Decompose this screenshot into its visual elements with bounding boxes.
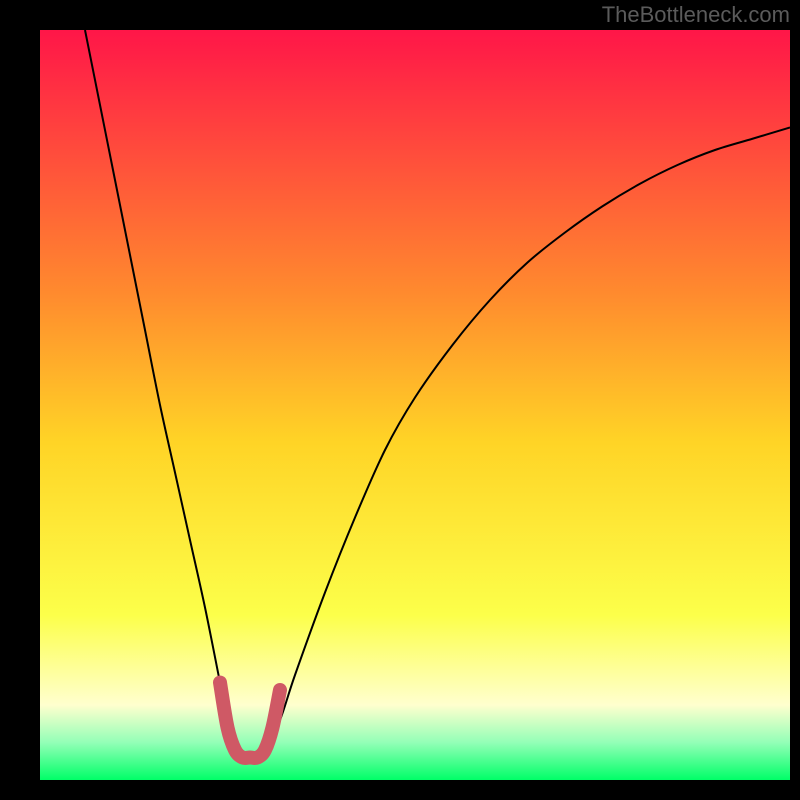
- plot-area: [40, 30, 790, 780]
- gradient-background: [40, 30, 790, 780]
- watermark-text: TheBottleneck.com: [602, 2, 790, 28]
- chart-container: TheBottleneck.com: [0, 0, 800, 800]
- chart-svg: [40, 30, 790, 780]
